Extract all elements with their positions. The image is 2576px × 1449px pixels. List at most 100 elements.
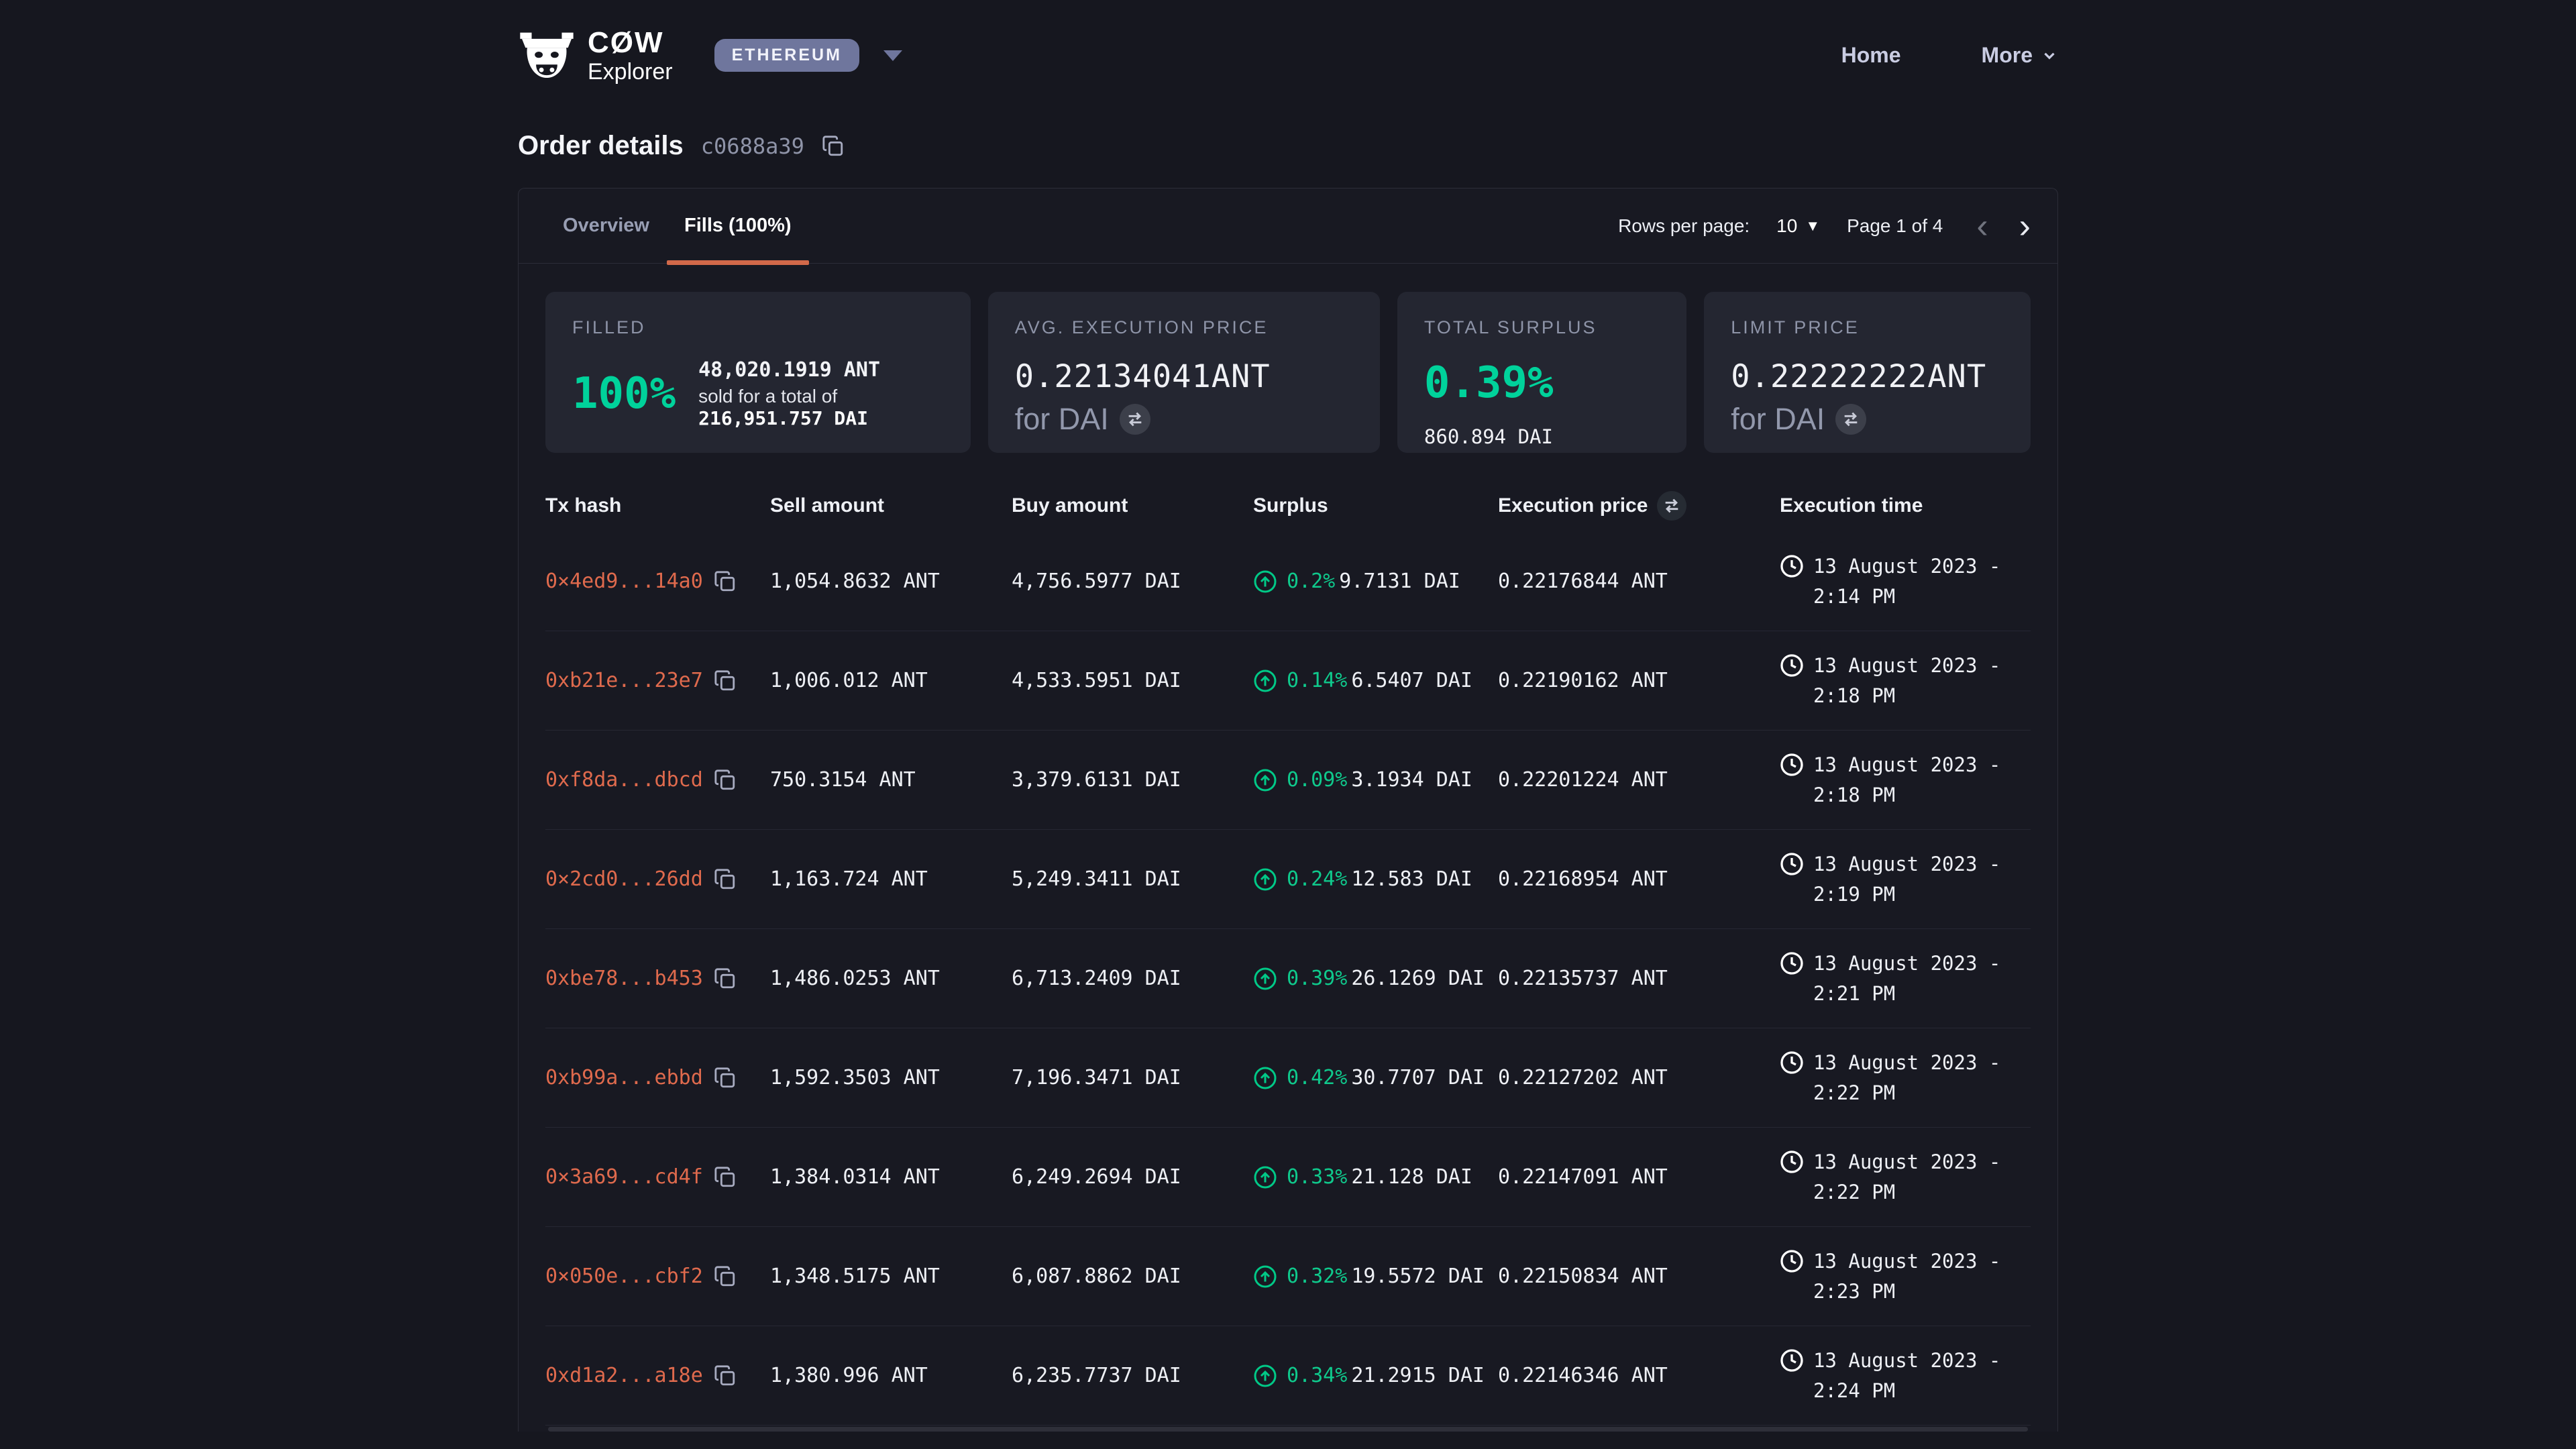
execution-price-cell: 0.22201224 ANT (1498, 768, 1780, 792)
execution-price-cell: 0.22168954 ANT (1498, 867, 1780, 891)
total-surplus-percent: 0.39% (1424, 358, 1660, 408)
tx-hash-link[interactable]: 0xd1a2...a18e (545, 1364, 703, 1387)
limit-price-card: LIMIT PRICE 0.22222222ANT for DAI (1704, 292, 2031, 453)
surplus-up-icon (1253, 1165, 1277, 1189)
surplus-amount: 12.583 DAI (1351, 867, 1472, 891)
buy-amount-cell: 3,379.6131 DAI (1012, 768, 1253, 792)
network-selector-badge[interactable]: ETHEREUM (714, 39, 859, 72)
table-row: 0xbe78...b453 1,486.0253 ANT 6,713.2409 … (545, 929, 2031, 1028)
swap-icon (1662, 496, 1681, 515)
clock-icon (1780, 653, 1804, 678)
prev-page-button[interactable]: ‹ (1976, 209, 1988, 244)
surplus-up-icon (1253, 1265, 1277, 1289)
tx-hash-link[interactable]: 0×2cd0...26dd (545, 867, 703, 891)
rows-per-page-select[interactable]: 10 ▼ (1776, 215, 1820, 237)
copy-tx-hash-icon[interactable] (714, 570, 737, 593)
rows-per-page-caret-icon: ▼ (1805, 217, 1820, 235)
copy-tx-hash-icon[interactable] (714, 967, 737, 990)
rows-per-page-label: Rows per page: (1618, 215, 1750, 237)
tabs-row: Overview Fills (100%) Rows per page: 10 … (519, 189, 2057, 264)
table-row: 0xb21e...23e7 1,006.012 ANT 4,533.5951 D… (545, 631, 2031, 731)
table-row: 0×050e...cbf2 1,348.5175 ANT 6,087.8862 … (545, 1227, 2031, 1326)
col-execution-time: Execution time (1780, 494, 2035, 517)
tx-hash-link[interactable]: 0×050e...cbf2 (545, 1265, 703, 1288)
copy-tx-hash-icon[interactable] (714, 769, 737, 792)
tx-hash-cell: 0×2cd0...26dd (545, 867, 770, 891)
copy-tx-hash-icon[interactable] (714, 868, 737, 891)
surplus-amount: 9.7131 DAI (1339, 570, 1460, 593)
brand-text: CØW Explorer (588, 28, 673, 83)
surplus-percent: 0.39% (1287, 967, 1347, 990)
horizontal-scrollbar[interactable] (548, 1427, 2028, 1432)
tab-fills[interactable]: Fills (100%) (667, 189, 809, 264)
col-surplus: Surplus (1253, 494, 1498, 517)
avg-price-invert-button[interactable] (1120, 404, 1150, 435)
execution-time-text: 13 August 2023 - 2:21 PM (1813, 949, 2035, 1009)
execution-price-cell: 0.22176844 ANT (1498, 570, 1780, 593)
surplus-up-icon (1253, 669, 1277, 693)
filled-label: FILLED (572, 317, 944, 338)
tx-hash-link[interactable]: 0xbe78...b453 (545, 967, 703, 990)
rows-per-page-value: 10 (1776, 215, 1797, 237)
execution-time-cell: 13 August 2023 - 2:19 PM (1780, 849, 2035, 910)
price-invert-toggle[interactable] (1657, 491, 1686, 521)
network-caret-icon[interactable] (883, 50, 902, 61)
execution-price-cell: 0.22147091 ANT (1498, 1165, 1780, 1189)
tx-hash-link[interactable]: 0×4ed9...14a0 (545, 570, 703, 593)
buy-amount-cell: 4,533.5951 DAI (1012, 669, 1253, 692)
nav-more-label: More (1982, 43, 2033, 68)
total-surplus-amount: 860.894 DAI (1424, 425, 1660, 448)
execution-time-cell: 13 August 2023 - 2:21 PM (1780, 949, 2035, 1009)
copy-tx-hash-icon[interactable] (714, 1166, 737, 1189)
nav-home[interactable]: Home (1841, 43, 1901, 68)
clock-icon (1780, 852, 1804, 876)
order-panel: Overview Fills (100%) Rows per page: 10 … (518, 188, 2058, 1432)
buy-amount-cell: 5,249.3411 DAI (1012, 867, 1253, 891)
fills-table: Tx hash Sell amount Buy amount Surplus E… (519, 460, 2057, 1432)
execution-price-cell: 0.22190162 ANT (1498, 669, 1780, 692)
tab-overview-label: Overview (563, 215, 649, 237)
sell-amount-cell: 1,348.5175 ANT (770, 1265, 1012, 1288)
tx-hash-link[interactable]: 0xb21e...23e7 (545, 669, 703, 692)
tx-hash-cell: 0xb99a...ebbd (545, 1066, 770, 1089)
tx-hash-link[interactable]: 0×3a69...cd4f (545, 1165, 703, 1189)
nav-more[interactable]: More (1982, 43, 2058, 68)
stats-row: FILLED 100% 48,020.1919 ANT sold for a t… (519, 264, 2057, 460)
tx-hash-link[interactable]: 0xb99a...ebbd (545, 1066, 703, 1089)
copy-tx-hash-icon[interactable] (714, 669, 737, 692)
table-row: 0xb99a...ebbd 1,592.3503 ANT 7,196.3471 … (545, 1028, 2031, 1128)
limit-price-invert-button[interactable] (1835, 404, 1866, 435)
copy-order-id-icon[interactable] (822, 135, 845, 158)
title-row: Order details c0688a39 (0, 111, 2576, 188)
surplus-up-icon (1253, 768, 1277, 792)
chevron-down-icon (2041, 47, 2058, 64)
avg-price-unit: for DAI (1015, 402, 1109, 437)
surplus-cell: 0.33% 21.128 DAI (1253, 1165, 1498, 1189)
execution-time-cell: 13 August 2023 - 2:22 PM (1780, 1147, 2035, 1208)
next-page-button[interactable]: › (2019, 209, 2031, 244)
copy-tx-hash-icon[interactable] (714, 1265, 737, 1288)
copy-tx-hash-icon[interactable] (714, 1364, 737, 1387)
surplus-cell: 0.39% 26.1269 DAI (1253, 967, 1498, 991)
table-body: 0×4ed9...14a0 1,054.8632 ANT 4,756.5977 … (545, 532, 2031, 1426)
brand-logo[interactable]: CØW Explorer ETHEREUM (518, 28, 902, 83)
avg-price-value: 0.22134041ANT (1015, 358, 1353, 395)
clock-icon (1780, 1249, 1804, 1273)
page-indicator: Page 1 of 4 (1847, 215, 1943, 237)
avg-price-label: AVG. EXECUTION PRICE (1015, 317, 1353, 338)
clock-icon (1780, 951, 1804, 975)
tab-overview[interactable]: Overview (545, 189, 667, 264)
execution-time-cell: 13 August 2023 - 2:18 PM (1780, 750, 2035, 810)
surplus-percent: 0.33% (1287, 1165, 1347, 1189)
copy-tx-hash-icon[interactable] (714, 1067, 737, 1089)
sell-amount-cell: 1,380.996 ANT (770, 1364, 1012, 1387)
tx-hash-link[interactable]: 0xf8da...dbcd (545, 768, 703, 792)
top-header: CØW Explorer ETHEREUM Home More (0, 0, 2576, 111)
surplus-percent: 0.42% (1287, 1066, 1347, 1089)
execution-time-text: 13 August 2023 - 2:23 PM (1813, 1246, 2035, 1307)
buy-amount-cell: 6,235.7737 DAI (1012, 1364, 1253, 1387)
execution-price-cell: 0.22146346 ANT (1498, 1364, 1780, 1387)
execution-time-text: 13 August 2023 - 2:22 PM (1813, 1048, 2035, 1108)
surplus-cell: 0.2% 9.7131 DAI (1253, 570, 1498, 594)
execution-time-cell: 13 August 2023 - 2:14 PM (1780, 551, 2035, 612)
